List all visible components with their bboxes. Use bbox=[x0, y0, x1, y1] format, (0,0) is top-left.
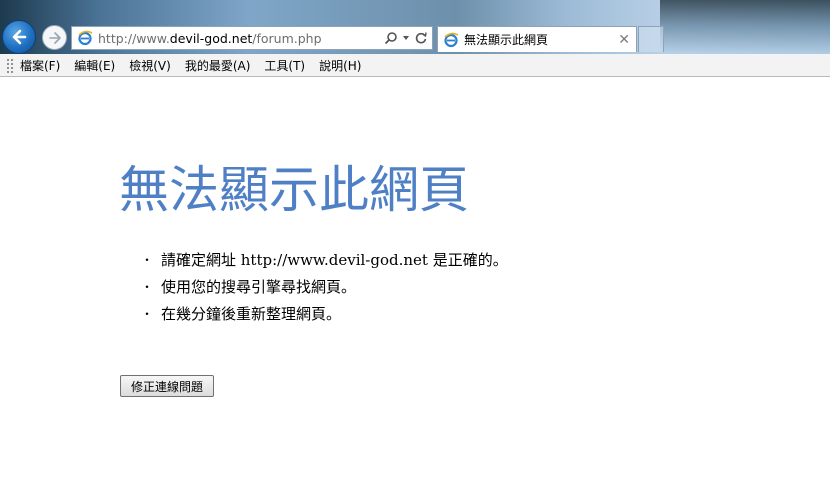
menu-edit[interactable]: 編輯(E) bbox=[72, 57, 123, 74]
arrow-left-icon bbox=[12, 29, 27, 45]
list-item: ・ 請確定網址 http://www.devil-god.net 是正確的。 bbox=[141, 250, 508, 277]
tips-list: ・ 請確定網址 http://www.devil-god.net 是正確的。 ・… bbox=[141, 250, 508, 331]
chevron-down-icon[interactable] bbox=[402, 34, 410, 42]
bullet: ・ bbox=[141, 307, 154, 321]
menu-grip bbox=[6, 57, 14, 73]
bullet: ・ bbox=[141, 253, 154, 267]
tip-text: 在幾分鐘後重新整理網頁。 bbox=[161, 305, 342, 323]
url-text[interactable]: http://www.devil-god.net/forum.php bbox=[98, 31, 322, 46]
tab-title: 無法顯示此網頁 bbox=[464, 33, 549, 47]
tip-text: 使用您的搜尋引擎尋找網頁。 bbox=[161, 278, 357, 296]
tab-current[interactable]: 無法顯示此網頁 ✕ bbox=[437, 26, 637, 52]
refresh-icon[interactable] bbox=[414, 31, 428, 45]
menu-favorites[interactable]: 我的最愛(A) bbox=[183, 57, 259, 74]
search-icon[interactable] bbox=[384, 31, 398, 45]
list-item: ・ 使用您的搜尋引擎尋找網頁。 bbox=[141, 277, 508, 304]
browser-titlebar: http://www.devil-god.net/forum.php 無法顯示此… bbox=[0, 0, 830, 54]
ie-icon bbox=[442, 31, 460, 49]
bullet: ・ bbox=[141, 280, 154, 294]
tip-text: 請確定網址 http://www.devil-god.net 是正確的。 bbox=[161, 251, 508, 269]
close-icon[interactable]: ✕ bbox=[618, 33, 630, 47]
page-title: 無法顯示此網頁 bbox=[119, 161, 469, 219]
forward-button[interactable] bbox=[42, 25, 67, 50]
ie-icon bbox=[76, 29, 94, 47]
arrow-right-icon bbox=[48, 31, 61, 44]
menu-file[interactable]: 檔案(F) bbox=[18, 57, 68, 74]
new-tab-button[interactable] bbox=[638, 26, 664, 52]
menu-tools[interactable]: 工具(T) bbox=[262, 57, 313, 74]
fix-connection-button[interactable]: 修正連線問題 bbox=[120, 375, 214, 397]
address-tools bbox=[384, 31, 432, 45]
menu-help[interactable]: 說明(H) bbox=[317, 57, 369, 74]
back-button[interactable] bbox=[2, 20, 36, 54]
list-item: ・ 在幾分鐘後重新整理網頁。 bbox=[141, 304, 508, 331]
titlebar-background bbox=[660, 0, 830, 54]
menu-view[interactable]: 檢視(V) bbox=[127, 57, 179, 74]
menu-bar: 檔案(F) 編輯(E) 檢視(V) 我的最愛(A) 工具(T) 說明(H) bbox=[0, 54, 830, 77]
address-bar[interactable]: http://www.devil-god.net/forum.php bbox=[71, 26, 433, 50]
